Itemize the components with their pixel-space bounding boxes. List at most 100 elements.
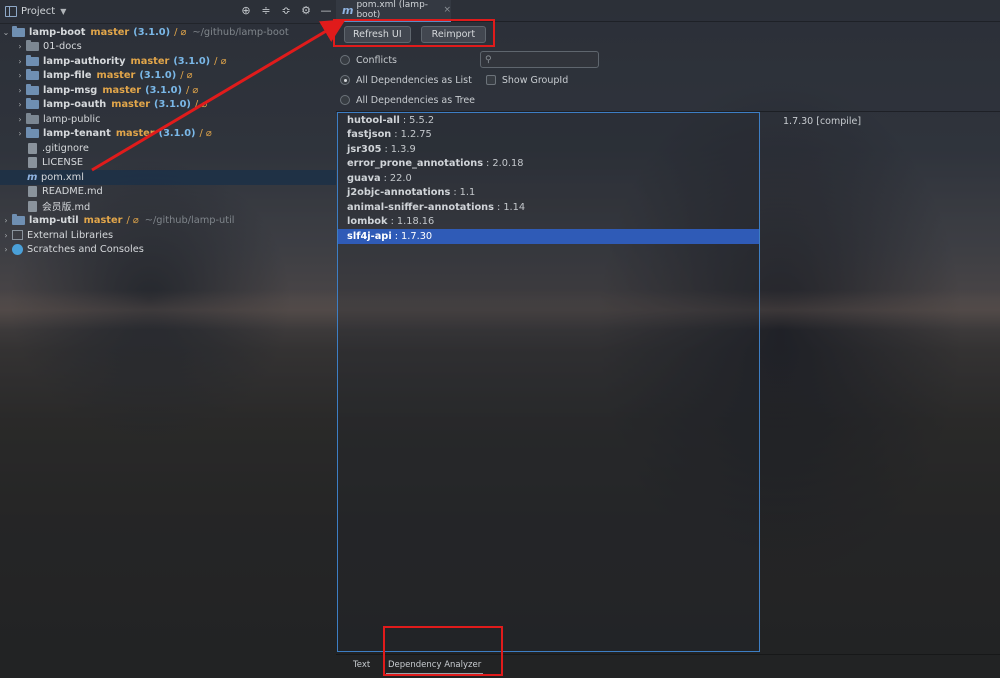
- folder-icon: [26, 112, 39, 124]
- file-icon: [28, 142, 37, 154]
- tree-radio[interactable]: [340, 95, 350, 105]
- conflicts-radio[interactable]: [340, 55, 350, 65]
- tree-item-label: External Libraries: [27, 229, 114, 241]
- tree-item-label: Scratches and Consoles: [27, 244, 144, 256]
- git-status: / ⌀: [199, 128, 212, 140]
- tree-item-gitignore[interactable]: .gitignore: [0, 141, 336, 156]
- tree-item-lamp-authority[interactable]: › lamp-authority master (3.1.0) / ⌀: [0, 54, 336, 69]
- markdown-file-icon: [28, 200, 37, 212]
- separator: :: [394, 129, 398, 141]
- git-status: / ⌀: [214, 55, 227, 67]
- dependency-name: error_prone_annotations: [347, 158, 484, 170]
- dependency-version: 1.1: [459, 187, 476, 199]
- module-folder-icon: [12, 25, 25, 37]
- option-tree[interactable]: All Dependencies as Tree: [340, 90, 640, 110]
- tree-item-lamp-boot[interactable]: ⌄ lamp-boot master (3.1.0) / ⌀ ~/github/…: [0, 25, 336, 40]
- dependency-version: 1.7.30: [401, 230, 433, 242]
- tree-item-lamp-tenant[interactable]: › lamp-tenant master (3.1.0) / ⌀: [0, 127, 336, 142]
- markdown-file-icon: [28, 186, 37, 198]
- dependency-version: 22.0: [389, 172, 412, 184]
- project-icon: [5, 6, 17, 17]
- tree-item-license[interactable]: LICENSE: [0, 156, 336, 171]
- project-panel-title[interactable]: Project: [21, 6, 55, 17]
- dependency-version: 5.5.2: [409, 114, 435, 126]
- module-folder-icon: [26, 69, 39, 81]
- dependency-version: 1.3.9: [390, 143, 416, 155]
- dependency-row-selected[interactable]: slf4j-api:1.7.30: [338, 229, 759, 244]
- option-list[interactable]: All Dependencies as List Show GroupId: [340, 70, 640, 90]
- dependency-row[interactable]: fastjson:1.2.75: [338, 128, 759, 143]
- separator: :: [394, 230, 398, 242]
- module-folder-icon: [26, 83, 39, 95]
- dependency-name: hutool-all: [347, 114, 400, 126]
- locate-icon[interactable]: ⊕: [240, 4, 252, 18]
- chevron-right-icon[interactable]: ›: [14, 86, 26, 95]
- git-branch: master: [90, 26, 130, 38]
- chevron-right-icon[interactable]: ›: [0, 245, 12, 254]
- folder-icon: [26, 40, 39, 52]
- minimize-icon[interactable]: —: [320, 4, 332, 18]
- dependency-row[interactable]: j2objc-annotations:1.1: [338, 186, 759, 201]
- dependency-row[interactable]: hutool-all:5.5.2: [338, 113, 759, 128]
- dependency-list[interactable]: hutool-all:5.5.2 fastjson:1.2.75 jsr305:…: [337, 112, 760, 652]
- chevron-down-icon[interactable]: ⌄: [0, 28, 12, 37]
- dependency-name: lombok: [347, 216, 388, 228]
- module-folder-icon: [12, 214, 25, 226]
- tree-item-lamp-msg[interactable]: › lamp-msg master (3.1.0) / ⌀: [0, 83, 336, 98]
- dependency-name: j2objc-annotations: [347, 187, 451, 199]
- list-radio[interactable]: [340, 75, 350, 85]
- tree-item-label: lamp-authority: [43, 55, 126, 67]
- view-options: Conflicts ⚲ All Dependencies as List Sho…: [340, 50, 640, 110]
- tab-text[interactable]: Text: [353, 660, 370, 670]
- expand-all-icon[interactable]: ≑: [260, 4, 272, 18]
- search-input[interactable]: [493, 54, 584, 65]
- dependency-row[interactable]: animal-sniffer-annotations:1.14: [338, 200, 759, 215]
- dependency-row[interactable]: lombok:1.18.16: [338, 215, 759, 230]
- chevron-down-icon[interactable]: ▼: [60, 7, 66, 16]
- groupid-label: Show GroupId: [501, 74, 569, 86]
- chevron-right-icon[interactable]: ›: [14, 100, 26, 109]
- chevron-right-icon[interactable]: ›: [14, 129, 26, 138]
- module-path: ~/github/lamp-boot: [192, 26, 289, 38]
- tree-item-01-docs[interactable]: › 01-docs: [0, 40, 336, 55]
- dependency-row[interactable]: error_prone_annotations:2.0.18: [338, 157, 759, 172]
- tree-item-member-md[interactable]: 会员版.md: [0, 199, 336, 214]
- tree-item-lamp-file[interactable]: › lamp-file master (3.1.0) / ⌀: [0, 69, 336, 84]
- git-branch: master: [83, 215, 123, 227]
- dependency-row[interactable]: jsr305:1.3.9: [338, 142, 759, 157]
- collapse-all-icon[interactable]: ≎: [280, 4, 292, 18]
- close-icon[interactable]: ×: [443, 5, 451, 15]
- chevron-right-icon[interactable]: ›: [14, 71, 26, 80]
- show-groupid-checkbox[interactable]: [485, 75, 496, 85]
- module-version: (3.1.0): [145, 84, 182, 96]
- gear-icon[interactable]: ⚙: [300, 4, 312, 18]
- scratches-icon: [12, 244, 23, 256]
- tree-item-label: 会员版.md: [42, 202, 91, 214]
- dependency-detail: 1.7.30 [compile]: [783, 116, 862, 127]
- git-status: / ⌀: [174, 26, 187, 38]
- option-conflicts[interactable]: Conflicts ⚲: [340, 50, 640, 70]
- dependency-search[interactable]: ⚲: [480, 51, 599, 68]
- tree-item-external-libraries[interactable]: › External Libraries: [0, 228, 336, 243]
- chevron-right-icon[interactable]: ›: [14, 57, 26, 66]
- tree-item-lamp-public[interactable]: › lamp-public: [0, 112, 336, 127]
- tree-item-readme[interactable]: README.md: [0, 185, 336, 200]
- tree-item-scratches[interactable]: › Scratches and Consoles: [0, 243, 336, 258]
- tree-label: All Dependencies as Tree: [356, 94, 476, 106]
- chevron-right-icon[interactable]: ›: [14, 42, 26, 51]
- dependency-row[interactable]: guava:22.0: [338, 171, 759, 186]
- module-version: (3.1.0): [154, 99, 191, 111]
- chevron-right-icon[interactable]: ›: [0, 231, 12, 240]
- tree-item-lamp-util[interactable]: › lamp-util master / ⌀ ~/github/lamp-uti…: [0, 214, 336, 229]
- separator: :: [384, 143, 388, 155]
- tree-item-lamp-oauth[interactable]: › lamp-oauth master (3.1.0) / ⌀: [0, 98, 336, 113]
- chevron-right-icon[interactable]: ›: [0, 216, 12, 225]
- separator: :: [497, 201, 501, 213]
- chevron-right-icon[interactable]: ›: [14, 115, 26, 124]
- tree-item-pom-xml[interactable]: m pom.xml: [0, 170, 336, 185]
- panel-tools: ⊕ ≑ ≎ ⚙ —: [240, 4, 332, 18]
- git-branch: master: [130, 55, 170, 67]
- file-icon: [28, 157, 37, 169]
- tree-item-label: 01-docs: [43, 41, 82, 53]
- dependency-version: 1.14: [503, 201, 526, 213]
